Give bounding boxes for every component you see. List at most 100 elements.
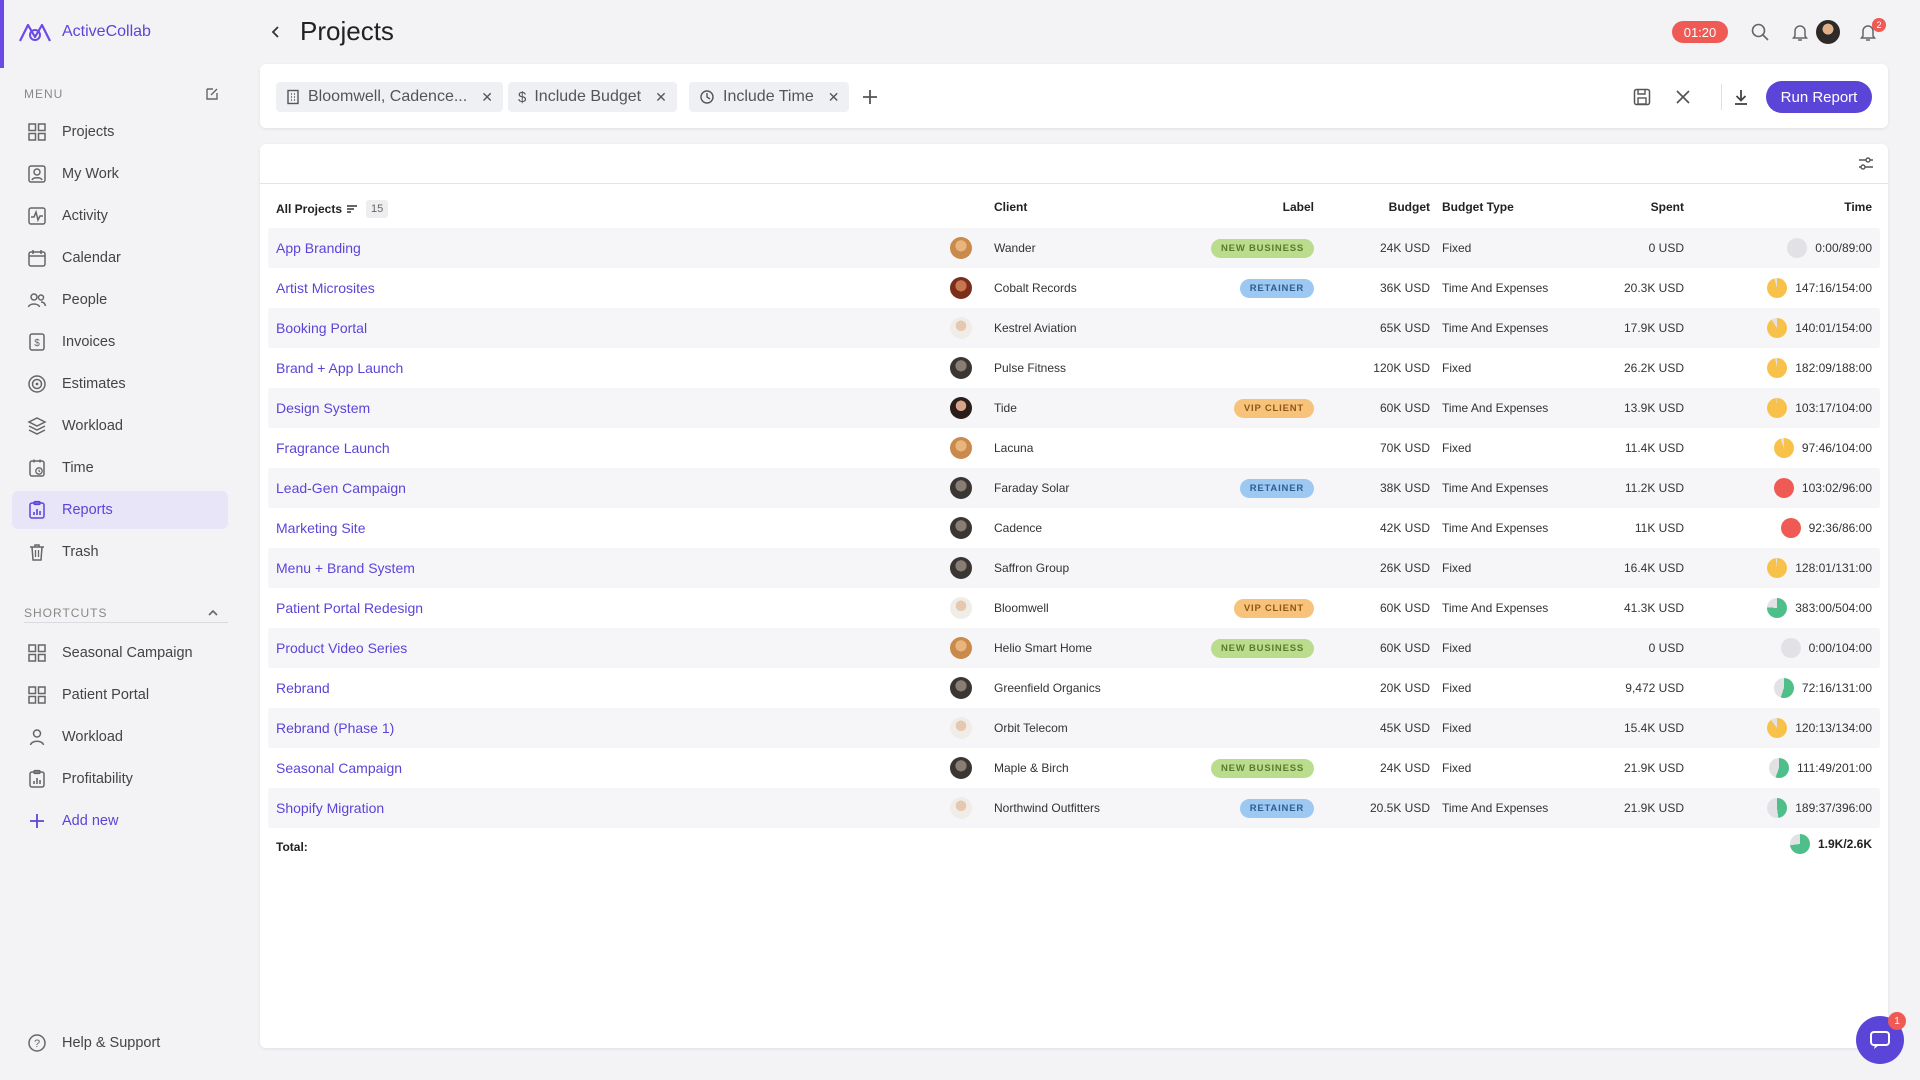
- shortcut-item-profitability[interactable]: Profitability: [12, 760, 228, 798]
- time-progress-pie: [1769, 758, 1790, 778]
- label-badge: VIP CLIENT: [1233, 598, 1314, 618]
- help-label: Help & Support: [62, 1035, 161, 1051]
- project-name-link[interactable]: App Branding: [276, 228, 361, 268]
- menu-section-header: MENU: [24, 86, 220, 102]
- shortcut-item-seasonal-campaign[interactable]: Seasonal Campaign: [12, 634, 228, 672]
- spent-value: 21.9K USD: [1623, 801, 1684, 815]
- project-name-link[interactable]: Brand + App Launch: [276, 348, 403, 388]
- sidebar-item-projects[interactable]: Projects: [12, 113, 228, 151]
- label-cell: [1168, 548, 1314, 588]
- time-cell: 128:01/131:00: [1700, 548, 1872, 588]
- search-button[interactable]: [1748, 20, 1772, 44]
- shortcut-item-patient-portal[interactable]: Patient Portal: [12, 676, 228, 714]
- project-name-link[interactable]: Menu + Brand System: [276, 548, 415, 588]
- time-value: 128:01/131:00: [1795, 561, 1872, 575]
- shortcuts-header[interactable]: SHORTCUTS: [24, 606, 220, 620]
- budget-type-value: Time And Expenses: [1442, 481, 1549, 495]
- table-row: Brand + App Launch Pulse Fitness 120K USD F…: [268, 348, 1880, 388]
- column-header-budget-type[interactable]: Budget Type: [1442, 200, 1514, 214]
- budget-value: 60K USD: [1379, 401, 1430, 415]
- label-cell: VIP CLIENT: [1168, 388, 1314, 428]
- table-row: Marketing Site Cadence 42K USD Time And Exp…: [268, 508, 1880, 548]
- spent-value: 0 USD: [1648, 241, 1684, 255]
- search-icon: [1751, 23, 1769, 41]
- save-report-button[interactable]: [1629, 84, 1655, 110]
- time-value: 120:13/134:00: [1795, 721, 1872, 735]
- sidebar-item-people[interactable]: People: [12, 281, 228, 319]
- column-header-client[interactable]: Client: [994, 200, 1027, 214]
- chevron-up-icon[interactable]: [206, 606, 220, 620]
- close-icon: [1676, 90, 1690, 104]
- shortcut-item-workload[interactable]: Workload: [12, 718, 228, 756]
- column-header-time[interactable]: Time: [1700, 200, 1872, 214]
- total-label: Total:: [276, 840, 308, 854]
- edit-icon[interactable]: [204, 86, 220, 102]
- clear-filters-button[interactable]: [1670, 84, 1696, 110]
- time-progress-pie: [1767, 278, 1788, 298]
- sidebar-item-activity[interactable]: Activity: [12, 197, 228, 235]
- column-header-budget[interactable]: Budget: [1320, 200, 1430, 214]
- project-name-link[interactable]: Product Video Series: [276, 628, 407, 668]
- column-header-spent[interactable]: Spent: [1578, 200, 1684, 214]
- sidebar-item-estimates[interactable]: Estimates: [12, 365, 228, 403]
- avatar: [950, 317, 972, 339]
- remove-filter-time-icon[interactable]: ✕: [828, 89, 840, 106]
- report-filter-bar: Bloomwell, Cadence... ✕ $ Include Budget…: [260, 64, 1888, 128]
- sidebar-item-calendar[interactable]: Calendar: [12, 239, 228, 277]
- help-support-link[interactable]: ? Help & Support: [12, 1024, 228, 1062]
- filter-chip-clients[interactable]: Bloomwell, Cadence... ✕: [276, 82, 503, 112]
- sidebar-item-workload[interactable]: Workload: [12, 407, 228, 445]
- project-name-link[interactable]: Lead-Gen Campaign: [276, 468, 406, 508]
- project-name-link[interactable]: Rebrand (Phase 1): [276, 708, 394, 748]
- top-header: Projects 01:20 2: [260, 0, 1900, 64]
- reminders-button[interactable]: [1788, 20, 1812, 44]
- client-avatar: [950, 388, 974, 428]
- project-name-link[interactable]: Fragrance Launch: [276, 428, 390, 468]
- report-table-card: All Projects 15 Client Label Budget Budg…: [260, 144, 1888, 1048]
- download-icon: [1735, 90, 1747, 105]
- timer-badge[interactable]: 01:20: [1672, 21, 1728, 43]
- project-name-link[interactable]: Design System: [276, 388, 370, 428]
- filter-chip-budget[interactable]: $ Include Budget ✕: [508, 82, 677, 112]
- table-row: Menu + Brand System Saffron Group 26K USD F…: [268, 548, 1880, 588]
- budget-type-value: Fixed: [1442, 721, 1472, 735]
- sidebar-item-my-work[interactable]: My Work: [12, 155, 228, 193]
- shortcut-item-label: Workload: [62, 729, 123, 745]
- column-header-all-projects[interactable]: All Projects 15: [276, 200, 389, 218]
- user-avatar[interactable]: [1816, 20, 1840, 44]
- brand-logo[interactable]: ActiveCollab: [18, 16, 151, 48]
- sidebar-item-invoices[interactable]: $ Invoices: [12, 323, 228, 361]
- client-name: Wander: [994, 241, 1036, 255]
- remove-filter-clients-icon[interactable]: ✕: [481, 89, 493, 106]
- project-name-link[interactable]: Shopify Migration: [276, 788, 384, 828]
- add-filter-button[interactable]: [857, 84, 883, 110]
- sidebar-item-time[interactable]: Time: [12, 449, 228, 487]
- project-name-link[interactable]: Marketing Site: [276, 508, 365, 548]
- project-name-link[interactable]: Seasonal Campaign: [276, 748, 402, 788]
- remove-filter-budget-icon[interactable]: ✕: [655, 89, 667, 106]
- sidebar-item-reports[interactable]: Reports: [12, 491, 228, 529]
- time-cell: 147:16/154:00: [1700, 268, 1872, 308]
- client-avatar: [950, 268, 974, 308]
- back-button[interactable]: [264, 20, 288, 44]
- project-name-link[interactable]: Patient Portal Redesign: [276, 588, 423, 628]
- client-avatar: [950, 788, 974, 828]
- project-name-link[interactable]: Artist Microsites: [276, 268, 375, 308]
- time-cell: 0:00/89:00: [1700, 228, 1872, 268]
- project-name-link[interactable]: Booking Portal: [276, 308, 367, 348]
- add-new-shortcut-button[interactable]: Add new: [12, 802, 228, 840]
- column-header-label[interactable]: Label: [1168, 200, 1314, 214]
- filter-chip-time[interactable]: Include Time ✕: [689, 82, 850, 112]
- label-cell: RETAINER: [1168, 268, 1314, 308]
- sort-icon[interactable]: [346, 203, 358, 215]
- sidebar-item-trash[interactable]: Trash: [12, 533, 228, 571]
- project-name-link[interactable]: Rebrand: [276, 668, 330, 708]
- download-button[interactable]: [1728, 84, 1754, 110]
- table-row: Patient Portal Redesign Bloomwell VIP CLIE…: [268, 588, 1880, 628]
- table-row: Artist Microsites Cobalt Records RETAINER 3…: [268, 268, 1880, 308]
- column-settings-button[interactable]: [1856, 154, 1876, 174]
- menu-heading: MENU: [24, 87, 64, 101]
- run-report-button[interactable]: Run Report: [1766, 81, 1872, 113]
- spent-value: 11.2K USD: [1624, 481, 1684, 495]
- activity-icon: [26, 205, 48, 227]
